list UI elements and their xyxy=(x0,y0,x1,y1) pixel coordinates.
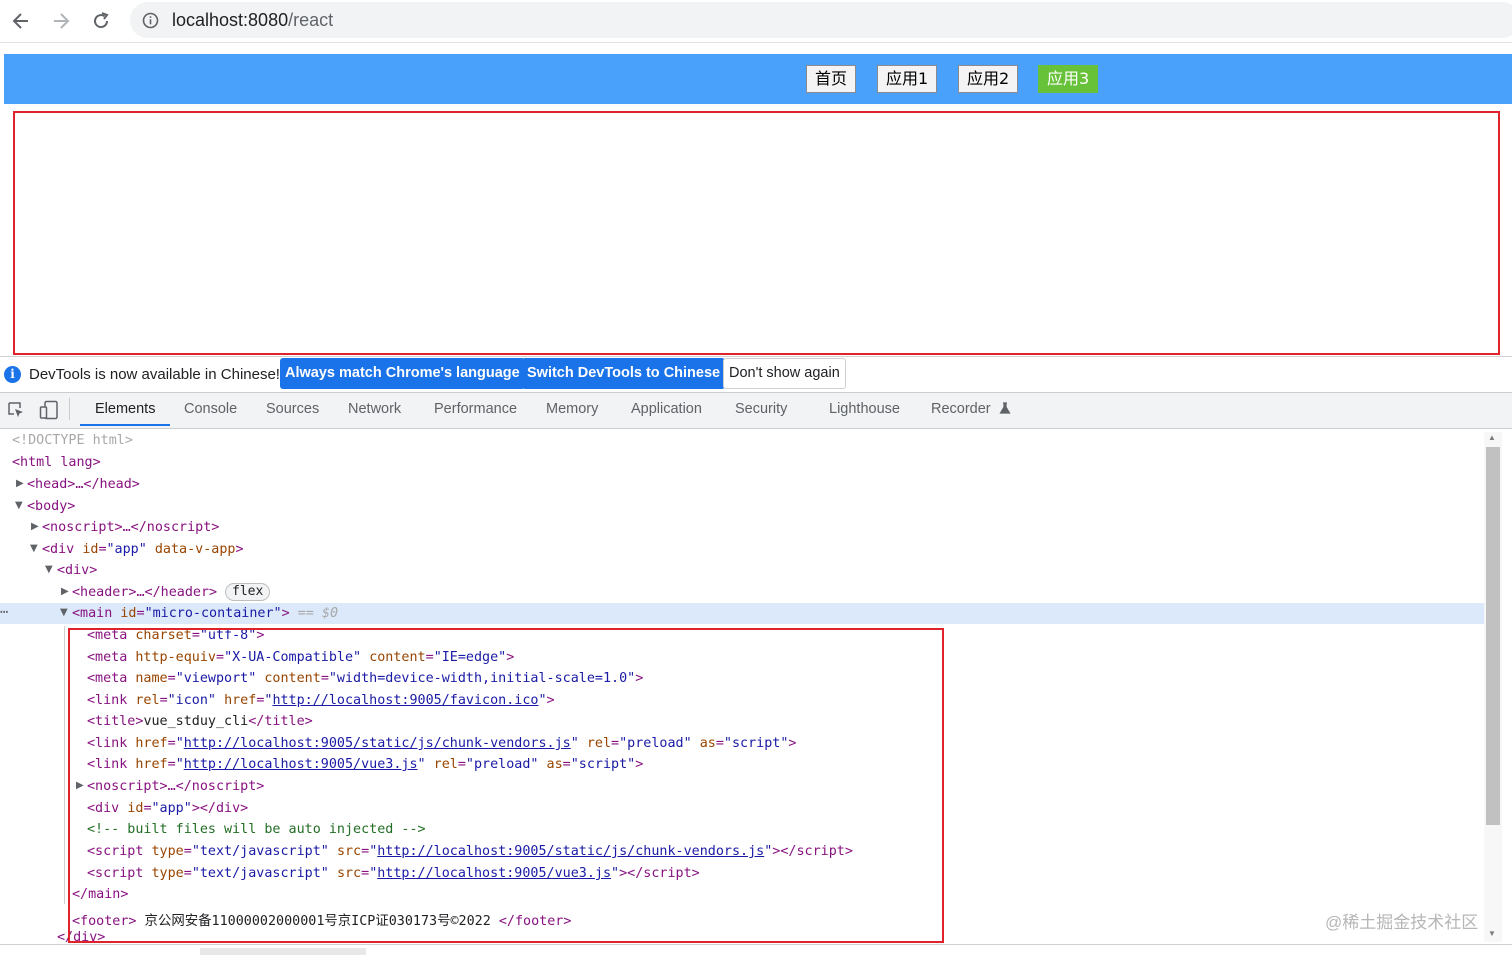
micro-container-highlight xyxy=(13,111,1500,355)
node-html[interactable]: <html lang> xyxy=(12,455,101,470)
tab-memory[interactable]: Memory xyxy=(546,401,598,417)
info-icon: i xyxy=(4,366,21,383)
collapse-div-app-triangle[interactable]: ▼ xyxy=(30,543,38,554)
reload-icon xyxy=(94,12,109,29)
tab-recorder-label: Recorder xyxy=(931,401,991,417)
injected-html-highlight xyxy=(68,628,944,943)
experiment-flask-icon xyxy=(999,402,1011,414)
address-bar[interactable] xyxy=(130,2,1512,38)
collapse-div-triangle[interactable]: ▼ xyxy=(45,564,53,575)
nav-button-app1[interactable]: 应用1 xyxy=(877,65,938,93)
reload-button[interactable] xyxy=(86,6,116,36)
always-match-language-button[interactable]: Always match Chrome's language xyxy=(280,358,525,389)
app-header xyxy=(4,54,1512,104)
horizontal-scrollbar[interactable] xyxy=(200,948,366,955)
tab-lighthouse[interactable]: Lighthouse xyxy=(829,401,900,417)
node-main[interactable]: <main id="micro-container"> == $0 xyxy=(72,606,338,621)
node-noscript[interactable]: <noscript>…</noscript> xyxy=(42,520,219,535)
collapse-main-triangle[interactable]: ▼ xyxy=(60,607,68,618)
banner-message: DevTools is now available in Chinese! xyxy=(29,366,280,383)
device-toolbar-icon[interactable] xyxy=(39,400,59,425)
expand-head-triangle[interactable]: ▶ xyxy=(16,478,24,489)
tab-console[interactable]: Console xyxy=(184,401,237,417)
nav-button-home[interactable]: 首页 xyxy=(806,65,857,93)
node-header[interactable]: <header>…</header> xyxy=(72,585,217,600)
scroll-up-arrow-icon[interactable]: ▲ xyxy=(1488,433,1496,442)
tab-elements[interactable]: Elements xyxy=(95,401,155,417)
node-body[interactable]: <body> xyxy=(27,499,75,514)
tab-network[interactable]: Network xyxy=(348,401,401,417)
tab-sources[interactable]: Sources xyxy=(266,401,319,417)
nav-button-app3[interactable]: 应用3 xyxy=(1038,65,1099,93)
active-tab-indicator xyxy=(80,424,170,426)
tab-security[interactable]: Security xyxy=(735,401,787,417)
devtools-bottom-border xyxy=(0,944,1512,945)
dont-show-again-button[interactable]: Don't show again xyxy=(723,358,846,389)
tab-recorder[interactable]: Recorder xyxy=(931,401,1011,417)
url-host: localhost:8080 xyxy=(172,10,289,30)
expand-noscript-triangle[interactable]: ▶ xyxy=(31,521,39,532)
expand-header-triangle[interactable]: ▶ xyxy=(61,586,69,597)
tab-performance[interactable]: Performance xyxy=(434,401,517,417)
forward-arrow-icon xyxy=(54,13,70,29)
url-text: localhost:8080/react xyxy=(172,10,333,31)
node-head[interactable]: <head>…</head> xyxy=(27,477,140,492)
tree-indent-guide xyxy=(64,626,65,904)
site-info-icon[interactable] xyxy=(142,12,159,34)
switch-to-chinese-button[interactable]: Switch DevTools to Chinese xyxy=(522,358,726,389)
node-actions-ellipsis[interactable]: ⋯ xyxy=(0,605,8,620)
node-div-app[interactable]: <div id="app" data-v-app> xyxy=(42,542,244,557)
inspect-element-icon[interactable] xyxy=(7,401,25,424)
back-button[interactable] xyxy=(6,6,36,36)
scrollbar-thumb[interactable] xyxy=(1486,447,1500,825)
watermark: @稀土掘金技术社区 xyxy=(1325,913,1479,932)
tab-application[interactable]: Application xyxy=(631,401,702,417)
nav-button-app2[interactable]: 应用2 xyxy=(958,65,1019,93)
node-doctype[interactable]: <!DOCTYPE html> xyxy=(12,433,133,448)
tab-divider xyxy=(69,398,70,420)
url-path: /react xyxy=(288,10,334,30)
collapse-body-triangle[interactable]: ▼ xyxy=(15,500,23,511)
node-div[interactable]: <div> xyxy=(57,563,97,578)
flex-badge[interactable]: flex xyxy=(225,583,271,601)
forward-button[interactable] xyxy=(46,6,76,36)
scroll-down-arrow-icon[interactable]: ▼ xyxy=(1488,929,1496,938)
back-arrow-icon xyxy=(12,13,28,29)
